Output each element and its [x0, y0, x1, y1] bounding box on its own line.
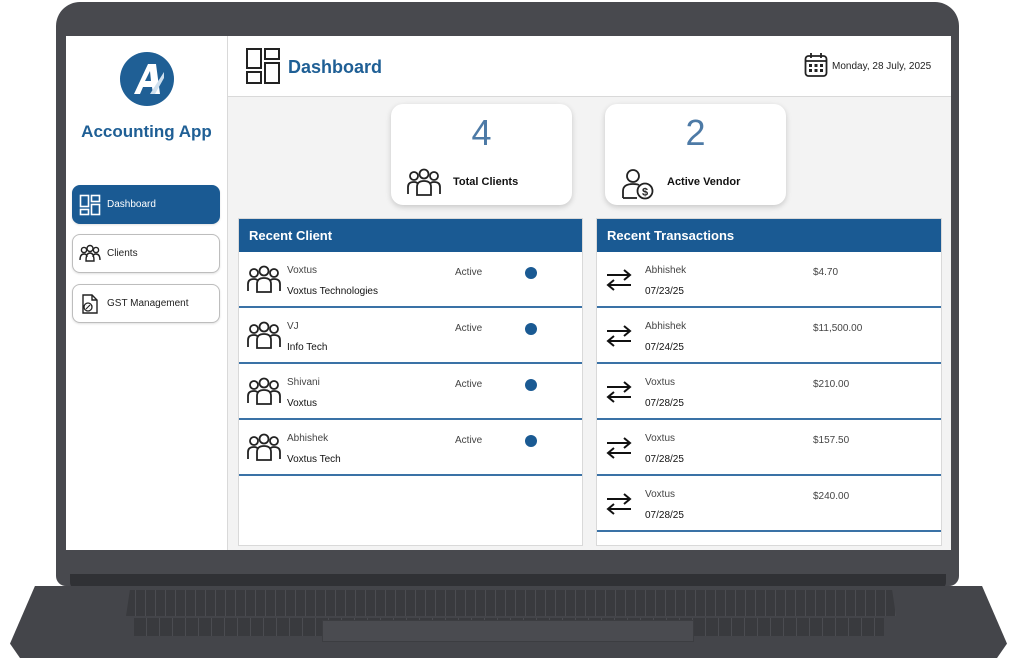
transaction-row[interactable]: Voxtus 07/28/25 $240.00 [597, 476, 941, 532]
transaction-date: 07/28/25 [645, 398, 684, 409]
transaction-amount: $240.00 [813, 491, 850, 502]
client-row[interactable]: Abhishek Voxtus Tech Active [239, 420, 582, 476]
page-header: Dashboard Monday, 28 July, 2025 [228, 36, 951, 97]
laptop-keyboard [126, 590, 896, 616]
active-vendor-label: Active Vendor [667, 176, 741, 188]
status-dot [525, 379, 537, 391]
client-name: Shivani [287, 377, 320, 388]
dashboard-grid-icon [79, 194, 101, 216]
client-company: Voxtus Technologies [287, 286, 378, 297]
transfer-arrows-icon [605, 380, 633, 409]
users-icon [247, 265, 281, 300]
app-title: Accounting App [81, 122, 212, 141]
client-row[interactable]: Shivani Voxtus Active [239, 364, 582, 420]
calendar-icon [804, 52, 828, 83]
transfer-arrows-icon [605, 492, 633, 521]
transfer-arrows-icon [605, 324, 633, 353]
sidebar-item-gst-management[interactable]: GST Management [72, 284, 220, 323]
recent-client-panel: Recent Client Voxtus Voxtus Technologies… [238, 218, 583, 546]
app-logo [120, 52, 174, 106]
vendor-dollar-icon: $ [621, 168, 655, 205]
sidebar: Accounting App Dashboard Clients GST Man… [66, 36, 228, 550]
active-vendor-count: 2 [685, 112, 706, 153]
client-row[interactable]: VJ Info Tech Active [239, 308, 582, 364]
client-name: VJ [287, 321, 299, 332]
users-icon [247, 321, 281, 356]
recent-transactions-panel: Recent Transactions Abhishek 07/23/25 $4… [596, 218, 942, 546]
sidebar-item-label: Clients [107, 248, 138, 259]
laptop-trackpad [322, 620, 694, 642]
transaction-amount: $210.00 [813, 379, 850, 390]
status-dot [525, 267, 537, 279]
client-status: Active [455, 379, 483, 390]
status-dot [525, 435, 537, 447]
client-name: Abhishek [287, 433, 329, 444]
transaction-date: 07/28/25 [645, 510, 684, 521]
transfer-arrows-icon [605, 268, 633, 297]
transaction-party: Voxtus [645, 433, 676, 444]
client-status: Active [455, 267, 483, 278]
users-icon [247, 377, 281, 412]
transaction-amount: $157.50 [813, 435, 850, 446]
transfer-arrows-icon [605, 436, 633, 465]
logo-a-icon [134, 64, 164, 94]
status-dot [525, 323, 537, 335]
recent-client-title: Recent Client [239, 219, 582, 252]
sidebar-item-label: GST Management [107, 298, 189, 309]
transaction-party: Voxtus [645, 489, 676, 500]
transaction-date: 07/24/25 [645, 342, 684, 353]
app-screen: Accounting App Dashboard Clients GST Man… [66, 36, 951, 550]
transaction-party: Voxtus [645, 377, 676, 388]
client-company: Voxtus Tech [287, 454, 341, 465]
transaction-amount: $11,500.00 [813, 323, 863, 334]
document-tax-icon [79, 293, 101, 315]
transaction-date: 07/28/25 [645, 454, 684, 465]
client-company: Voxtus [287, 398, 318, 409]
page-title: Dashboard [288, 57, 383, 77]
dashboard-grid-icon [245, 47, 281, 90]
transaction-amount: $4.70 [813, 267, 839, 278]
transaction-row[interactable]: Voxtus 07/28/25 $210.00 [597, 364, 941, 420]
users-icon [79, 243, 101, 265]
client-status: Active [455, 323, 483, 334]
users-icon [407, 168, 441, 203]
users-icon [247, 433, 281, 468]
transaction-party: Abhishek [645, 321, 687, 332]
svg-text:$: $ [642, 187, 648, 199]
client-status: Active [455, 435, 483, 446]
client-name: Voxtus [287, 265, 318, 276]
sidebar-item-clients[interactable]: Clients [72, 234, 220, 273]
total-clients-label: Total Clients [453, 176, 519, 188]
transaction-row[interactable]: Abhishek 07/24/25 $11,500.00 [597, 308, 941, 364]
transaction-row[interactable]: Abhishek 07/23/25 $4.70 [597, 252, 941, 308]
transaction-row[interactable]: Voxtus 07/28/25 $157.50 [597, 420, 941, 476]
sidebar-item-label: Dashboard [107, 199, 156, 210]
client-company: Info Tech [287, 342, 328, 353]
total-clients-count: 4 [471, 112, 492, 153]
current-date: Monday, 28 July, 2025 [832, 61, 932, 72]
transaction-date: 07/23/25 [645, 286, 684, 297]
recent-transactions-title: Recent Transactions [597, 219, 941, 252]
client-row[interactable]: Voxtus Voxtus Technologies Active [239, 252, 582, 308]
sidebar-item-dashboard[interactable]: Dashboard [72, 185, 220, 224]
transaction-party: Abhishek [645, 265, 687, 276]
active-vendor-card[interactable]: 2 $ Active Vendor [605, 104, 786, 205]
total-clients-card[interactable]: 4 Total Clients [391, 104, 572, 205]
